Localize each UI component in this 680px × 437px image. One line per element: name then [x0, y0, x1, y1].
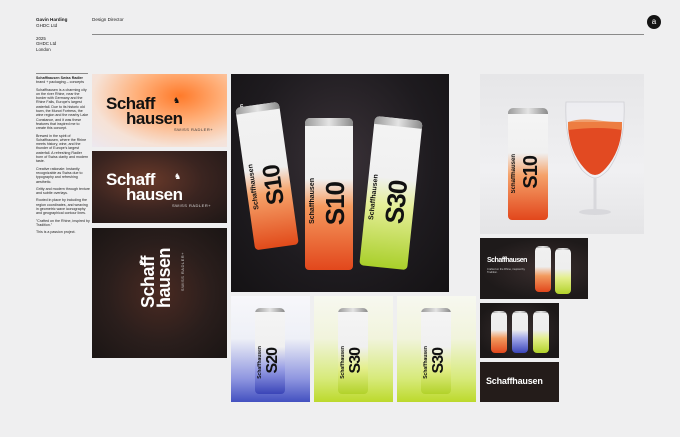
designer-company: GHDC Ltd — [36, 23, 58, 28]
can-and-glass-image[interactable]: Schaffhausen S10 — [480, 74, 644, 234]
can-s10-front: Schaffhausen S10 — [305, 118, 353, 270]
showcase-sub: Crafted on the Rhine, inspired by Tradit… — [487, 268, 525, 274]
beer-glass-icon — [565, 101, 625, 215]
logo-card-vertical[interactable]: Schaff hausen ♞ SWISS RADLER+ — [92, 228, 227, 358]
can-wordmark: Schaffhausen — [511, 154, 517, 194]
can-sku: S10 — [320, 182, 350, 226]
wordmark: Schaff hausen — [106, 171, 183, 205]
showcase-headline: Schaffhausen — [487, 257, 527, 264]
header-divider — [92, 34, 644, 35]
can-s20: Schaffhausen S20 — [255, 308, 285, 394]
can-sku: S30 — [347, 348, 364, 374]
wordmark-vertical: Schaff hausen — [138, 248, 175, 309]
can-card-blue[interactable]: Schaffhausen S20 — [231, 296, 310, 402]
can-sku: S30 — [430, 348, 447, 374]
wordmark-banner[interactable]: Schaffhausen — [480, 362, 559, 402]
can-sku: S20 — [264, 348, 281, 374]
project-paragraph: Creative rationale: Instantly recognizab… — [36, 166, 83, 184]
can-sku: S30 — [378, 179, 414, 226]
goat-emblem-icon: ♞ — [174, 172, 182, 181]
wordmark: Schaff hausen — [106, 95, 183, 129]
logo-card-dark[interactable]: Schaff hausen ♞ SWISS RADLER+ — [92, 151, 227, 223]
can-mini-orange — [491, 311, 507, 353]
can-wordmark: Schaffhausen — [309, 178, 316, 224]
sidebar-divider — [36, 73, 88, 74]
logo-card-light[interactable]: Schaff hausen ♞ SWISS RADLER+ — [92, 74, 227, 147]
can-wordmark: Schaffhausen — [257, 346, 263, 379]
showcase-card[interactable]: Schaffhausen Crafted on the Rhine, inspi… — [480, 238, 588, 299]
can-mini — [555, 248, 571, 294]
meta-city: London — [36, 46, 51, 52]
project-description: Schaffhausen Swiss Radler brand + packag… — [36, 76, 90, 238]
tagline: SWISS RADLER+ — [174, 127, 214, 132]
can-wordmark: Schaffhausen — [423, 346, 429, 379]
can-card-green[interactable]: Schaffhausen S30 — [314, 296, 393, 402]
banner-wordmark: Schaffhausen — [486, 376, 543, 386]
studio-logo-icon[interactable]: a — [647, 15, 661, 29]
wordmark-line: hausen — [126, 109, 183, 129]
can-s30: Schaffhausen S30 — [359, 115, 423, 271]
trio-card[interactable] — [480, 303, 559, 358]
project-paragraph: This is a passion project. — [36, 230, 76, 235]
goat-emblem-icon: ♞ — [138, 258, 146, 267]
project-paragraph: Gritty and modern through texture and su… — [36, 186, 90, 196]
project-paragraph: Rooted in place by including the region … — [36, 198, 88, 216]
can-card-green-2[interactable]: Schaffhausen S30 — [397, 296, 476, 402]
can-sku: S10 — [520, 156, 542, 189]
tagline: SWISS RADLER+ — [180, 252, 185, 292]
can-s10: Schaffhausen S10 — [508, 108, 548, 220]
project-paragraph: "Crafted on the Rhine, inspired by Tradi… — [36, 218, 90, 227]
can-mini — [535, 246, 551, 292]
wordmark-line: hausen — [154, 248, 175, 309]
can-s30: Schaffhausen S30 — [338, 308, 368, 394]
can-sku: S10 — [257, 163, 290, 207]
can-mini-green — [533, 311, 549, 353]
can-s10: Schaffhausen S10 — [235, 101, 299, 251]
project-paragraph: Brewed in the spirit of Schaffhausen, wh… — [36, 133, 89, 164]
can-wordmark: Schaffhausen — [340, 346, 346, 379]
designer-role: Design Director — [92, 17, 124, 22]
project-paragraph: Schaffhausen is a charming city on the r… — [36, 87, 89, 131]
can-mini-blue — [512, 311, 528, 353]
hero-cans-image[interactable]: Schaffhausen Schaffhausen S10 Schaffhaus… — [231, 74, 449, 292]
wordmark-line: hausen — [126, 185, 183, 205]
can-s30: Schaffhausen S30 — [421, 308, 451, 394]
goat-emblem-icon: ♞ — [173, 96, 181, 105]
tagline: SWISS RADLER+ — [172, 203, 212, 208]
project-subtitle: brand + packaging – concepts — [36, 80, 85, 85]
can-wordmark: Schaffhausen — [368, 174, 380, 221]
